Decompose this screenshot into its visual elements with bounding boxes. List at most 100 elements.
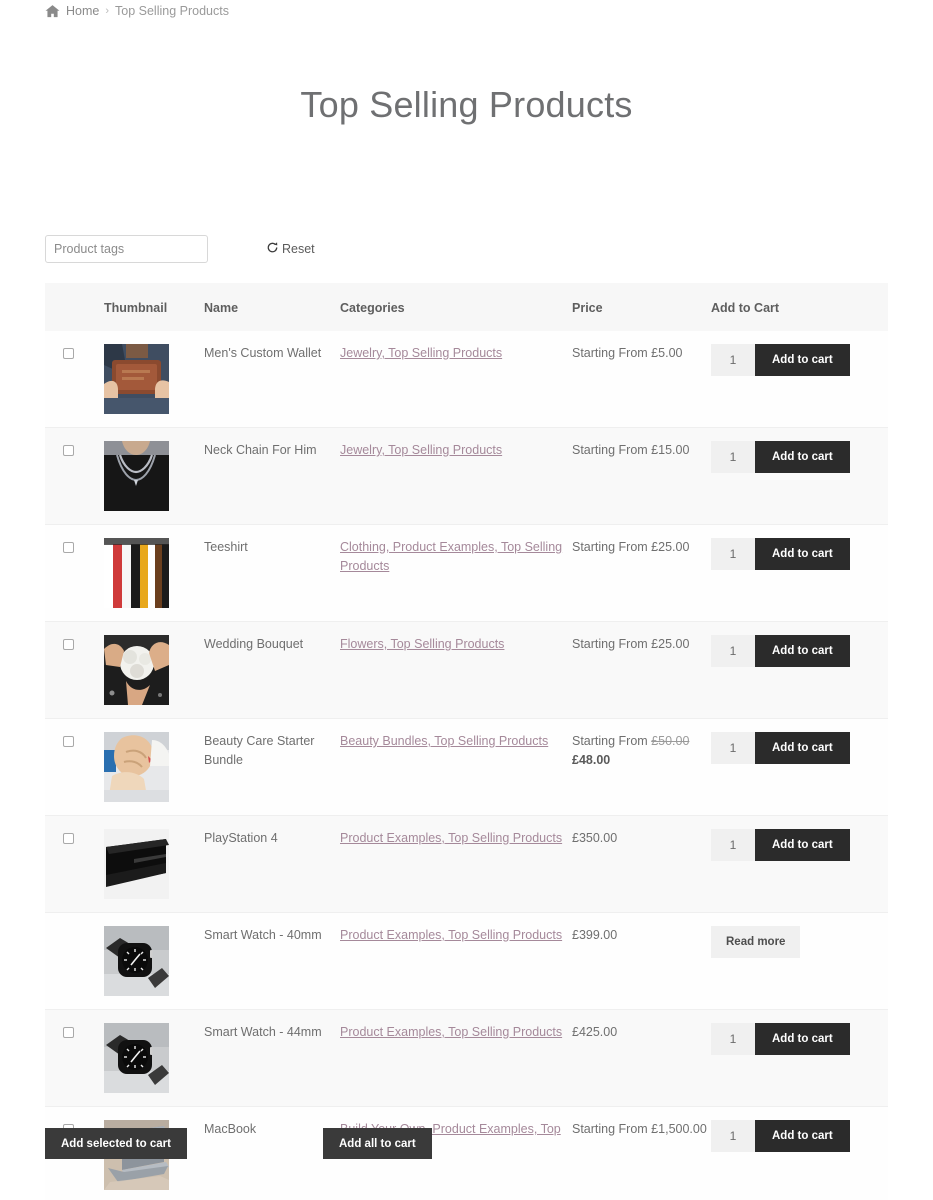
table-row: Neck Chain For Him Jewelry, Top Selling … xyxy=(45,427,888,525)
product-name: Teeshirt xyxy=(204,540,248,554)
add-all-to-cart-button[interactable]: Add all to cart xyxy=(323,1128,432,1159)
read-more-button[interactable]: Read more xyxy=(711,926,801,958)
add-to-cart-control: Add to cart xyxy=(711,441,888,473)
row-select-cell xyxy=(45,1010,104,1107)
product-price: Starting From £5.00 xyxy=(572,346,682,360)
row-checkbox[interactable] xyxy=(63,348,74,359)
row-checkbox[interactable] xyxy=(63,1027,74,1038)
add-selected-to-cart-button[interactable]: Add selected to cart xyxy=(45,1128,187,1159)
price-cell: Starting From £25.00 xyxy=(572,622,711,719)
category-links[interactable]: Jewelry, Top Selling Products xyxy=(340,346,502,360)
row-select-cell xyxy=(45,331,104,428)
breadcrumb-home-link[interactable]: Home xyxy=(66,4,99,18)
quantity-input[interactable] xyxy=(711,441,755,473)
add-to-cart-control: Add to cart xyxy=(711,538,888,570)
thumbnail-cell xyxy=(104,525,204,622)
table-row: Beauty Care Starter Bundle Beauty Bundle… xyxy=(45,718,888,816)
row-checkbox[interactable] xyxy=(63,445,74,456)
row-select-cell xyxy=(45,525,104,622)
thumbnail-cell xyxy=(104,622,204,719)
quantity-input[interactable] xyxy=(711,538,755,570)
product-tags-input[interactable] xyxy=(45,235,208,263)
price-cell: £399.00 xyxy=(572,913,711,1010)
add-to-cart-button[interactable]: Add to cart xyxy=(755,344,850,376)
table-body: Men's Custom Wallet Jewelry, Top Selling… xyxy=(45,331,888,1200)
price-value: £350.00 xyxy=(572,831,618,845)
add-to-cart-button[interactable]: Add to cart xyxy=(755,441,850,473)
cart-cell: Add to cart xyxy=(711,331,888,428)
quantity-input[interactable] xyxy=(711,1023,755,1055)
refresh-icon xyxy=(266,241,279,257)
thumbnail-cell xyxy=(104,331,204,428)
add-to-cart-button[interactable]: Add to cart xyxy=(755,635,850,667)
category-links[interactable]: Product Examples, Top Selling Products xyxy=(340,1025,562,1039)
product-price: Starting From £25.00 xyxy=(572,540,689,554)
add-to-cart-button[interactable]: Add to cart xyxy=(755,538,850,570)
column-header-thumbnail: Thumbnail xyxy=(104,283,204,331)
product-name: PlayStation 4 xyxy=(204,831,278,845)
category-links[interactable]: Product Examples, Top Selling Products xyxy=(340,831,562,845)
column-header-price: Price xyxy=(572,283,711,331)
product-thumbnail-image[interactable] xyxy=(104,1023,169,1093)
price-cell: Starting From £15.00 xyxy=(572,428,711,525)
category-links[interactable]: Beauty Bundles, Top Selling Products xyxy=(340,734,548,748)
product-name-cell: Men's Custom Wallet xyxy=(204,331,340,428)
product-name: Smart Watch - 40mm xyxy=(204,928,322,942)
add-to-cart-button[interactable]: Add to cart xyxy=(755,829,850,861)
categories-cell: Product Examples, Top Selling Products xyxy=(340,1010,572,1107)
product-price: £425.00 xyxy=(572,1025,617,1039)
row-checkbox[interactable] xyxy=(63,833,74,844)
cart-cell: Add to cart xyxy=(711,622,888,719)
breadcrumb-separator: › xyxy=(105,4,110,17)
add-to-cart-button[interactable]: Add to cart xyxy=(755,1023,850,1055)
product-name: Beauty Care Starter Bundle xyxy=(204,734,315,767)
cart-cell: Read more xyxy=(711,913,888,1010)
category-links[interactable]: Flowers, Top Selling Products xyxy=(340,637,504,651)
breadcrumb-current: Top Selling Products xyxy=(115,3,229,18)
price-cell: £350.00 xyxy=(572,816,711,913)
categories-cell: Product Examples, Top Selling Products xyxy=(340,816,572,913)
category-links[interactable]: Jewelry, Top Selling Products xyxy=(340,443,502,457)
product-name-cell: Smart Watch - 40mm xyxy=(204,913,340,1010)
quantity-input[interactable] xyxy=(711,732,755,764)
categories-cell: Beauty Bundles, Top Selling Products xyxy=(340,719,572,816)
row-checkbox[interactable] xyxy=(63,736,74,747)
categories-cell: Clothing, Product Examples, Top Selling … xyxy=(340,525,572,622)
product-thumbnail-image[interactable] xyxy=(104,635,169,705)
column-header-categories: Categories xyxy=(340,283,572,331)
product-name-cell: Teeshirt xyxy=(204,525,340,622)
table-header-row: Thumbnail Name Categories Price Add to C… xyxy=(45,283,888,331)
product-thumbnail-image[interactable] xyxy=(104,344,169,414)
quantity-input[interactable] xyxy=(711,829,755,861)
product-thumbnail-image[interactable] xyxy=(104,926,169,996)
product-thumbnail-image[interactable] xyxy=(104,732,169,802)
add-to-cart-control: Add to cart xyxy=(711,732,888,764)
categories-cell: Flowers, Top Selling Products xyxy=(340,622,572,719)
product-thumbnail-image[interactable] xyxy=(104,538,169,608)
thumbnail-cell xyxy=(104,816,204,913)
add-to-cart-control: Add to cart xyxy=(711,635,888,667)
product-thumbnail-image[interactable] xyxy=(104,441,169,511)
categories-cell: Jewelry, Top Selling Products xyxy=(340,428,572,525)
bulk-actions: Add selected to cart Add all to cart xyxy=(45,1128,888,1160)
row-checkbox[interactable] xyxy=(63,542,74,553)
add-to-cart-button[interactable]: Add to cart xyxy=(755,732,850,764)
price-cell: £425.00 xyxy=(572,1010,711,1107)
price-value: Starting From £25.00 xyxy=(572,540,690,554)
add-to-cart-control: Add to cart xyxy=(711,829,888,861)
category-links[interactable]: Product Examples, Top Selling Products xyxy=(340,928,562,942)
quantity-input[interactable] xyxy=(711,344,755,376)
reset-button[interactable]: Reset xyxy=(266,241,315,257)
row-checkbox[interactable] xyxy=(63,639,74,650)
quantity-input[interactable] xyxy=(711,635,755,667)
cart-cell: Add to cart xyxy=(711,816,888,913)
price-value: £399.00 xyxy=(572,928,618,942)
product-name: Wedding Bouquet xyxy=(204,637,304,651)
category-links[interactable]: Clothing, Product Examples, Top Selling … xyxy=(340,540,562,573)
row-select-cell xyxy=(45,622,104,719)
column-header-select xyxy=(45,283,104,331)
add-to-cart-control: Add to cart xyxy=(711,1023,888,1055)
breadcrumb: Home › Top Selling Products xyxy=(45,3,229,18)
product-price: £399.00 xyxy=(572,928,617,942)
product-thumbnail-image[interactable] xyxy=(104,829,169,899)
